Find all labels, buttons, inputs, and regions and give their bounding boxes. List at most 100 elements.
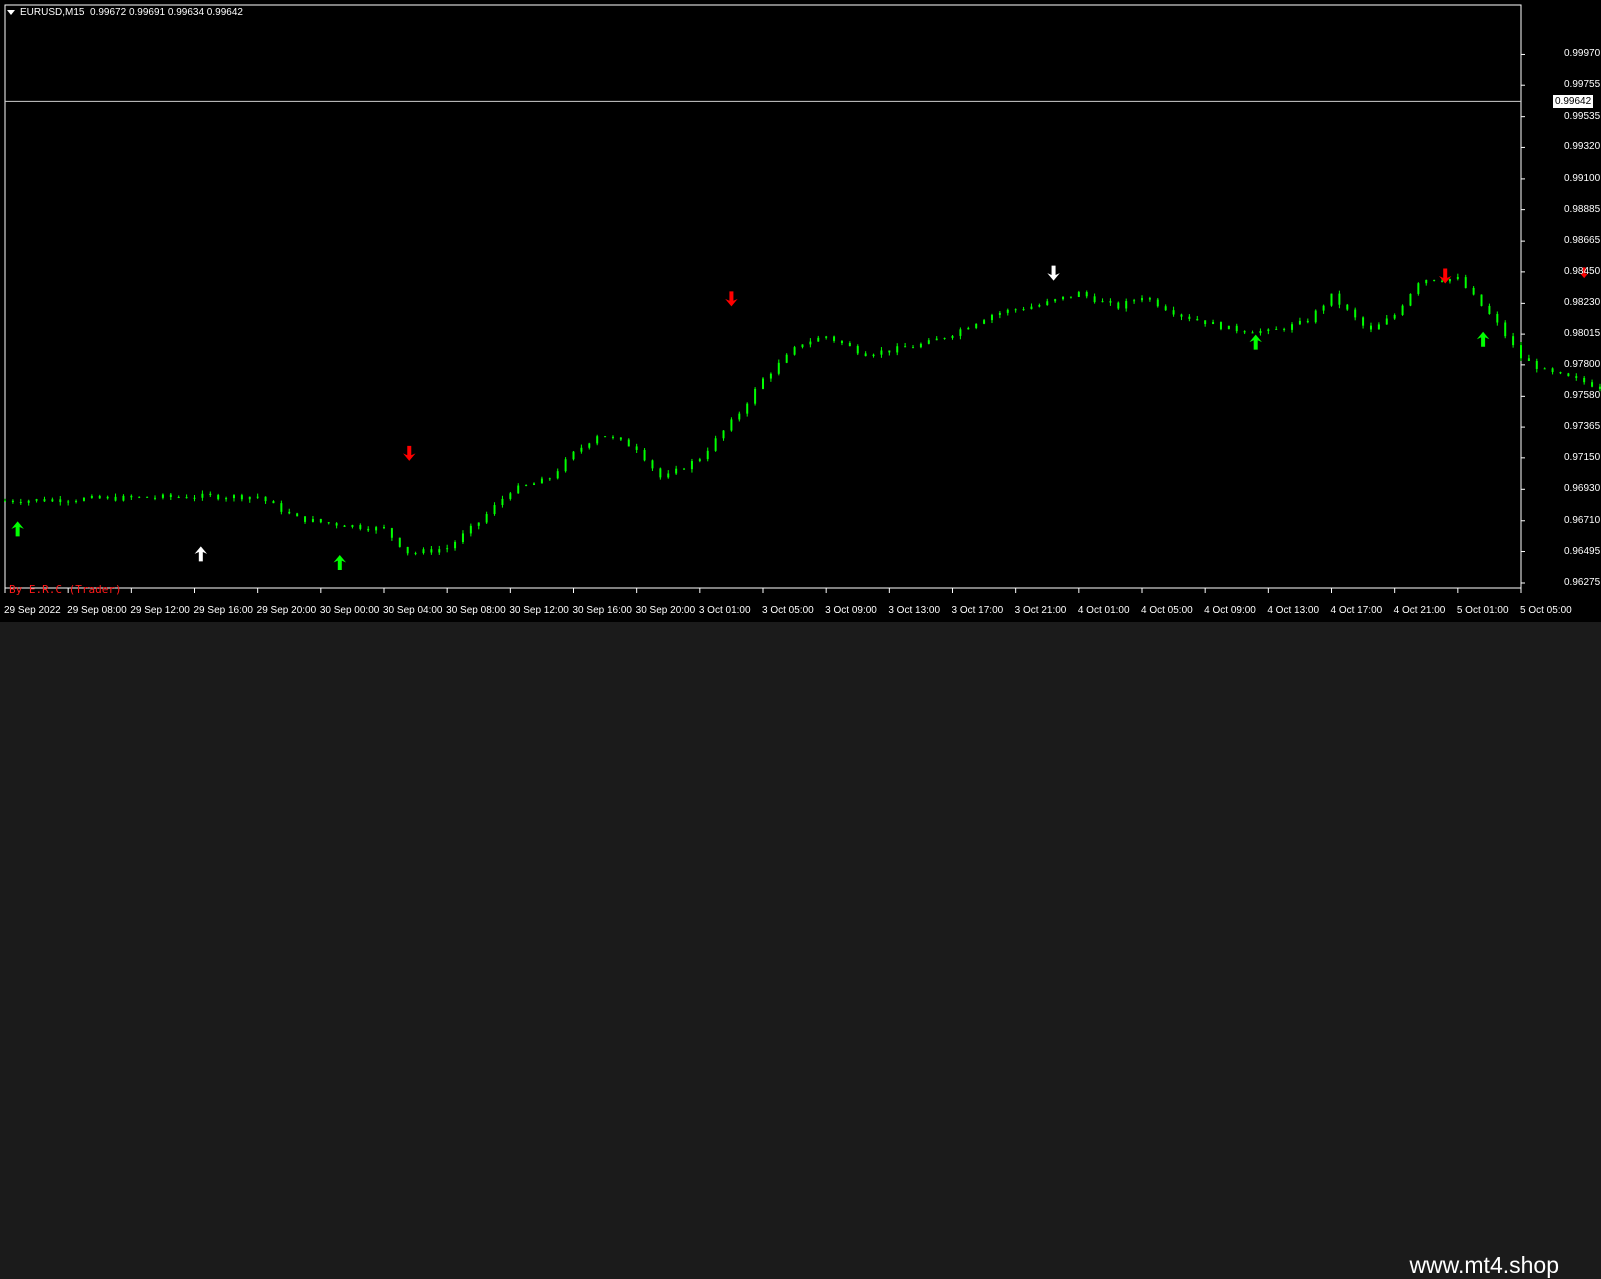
y-tick-label: 0.98450 <box>1564 265 1601 277</box>
chart-menu-triangle-icon[interactable] <box>7 9 15 15</box>
footer-bar: www.mt4.shop <box>0 622 1601 1278</box>
x-tick-label: 29 Sep 20:00 <box>256 605 317 616</box>
candle-body <box>730 419 733 431</box>
candle-body <box>722 430 725 439</box>
candle-body <box>1212 322 1215 325</box>
plot-frame <box>4 4 1522 589</box>
candle-body <box>651 460 654 469</box>
x-tick-label: 4 Oct 01:00 <box>1077 605 1130 616</box>
candle-body <box>762 378 764 389</box>
x-tick-label: 3 Oct 01:00 <box>698 605 751 616</box>
signal-arrows <box>11 265 1589 570</box>
candle-body <box>414 553 417 555</box>
candle-body <box>1022 309 1025 311</box>
candle-body <box>1512 336 1515 346</box>
watermark: www.mt4.shop <box>1409 1252 1559 1278</box>
candle-body <box>280 503 283 512</box>
candle-body <box>1567 373 1570 377</box>
candle-body <box>683 468 686 470</box>
candle-body <box>296 513 299 517</box>
candle-body <box>1014 309 1017 311</box>
candle-body <box>627 439 630 447</box>
candle-body <box>1417 283 1420 294</box>
candle-body <box>114 496 117 501</box>
candle-body <box>572 451 575 460</box>
candle-body <box>769 373 772 379</box>
candle-body <box>232 495 235 499</box>
candle-body <box>793 347 796 355</box>
candle-body <box>390 528 393 538</box>
candle-body <box>1101 301 1104 303</box>
candle-body <box>359 525 362 529</box>
candle-body <box>11 500 14 503</box>
candle-body <box>430 549 433 553</box>
sell-arrow-icon <box>1047 265 1060 281</box>
chart-area[interactable]: EURUSD,M15 0.99672 0.99691 0.99634 0.996… <box>0 0 1601 622</box>
candle-body <box>1062 296 1065 300</box>
candle-body <box>1448 278 1451 282</box>
candle-body <box>959 329 962 336</box>
candle-body <box>1488 305 1491 315</box>
x-tick-label: 3 Oct 13:00 <box>888 605 941 616</box>
x-tick-label: 29 Sep 16:00 <box>193 605 254 616</box>
candle-body <box>90 496 93 498</box>
y-tick-label: 0.99755 <box>1564 79 1601 91</box>
candle-body <box>840 340 843 344</box>
candle-body <box>580 447 583 452</box>
x-tick-label: 3 Oct 09:00 <box>825 605 877 616</box>
candle-body <box>177 497 180 499</box>
candle-body <box>27 500 30 503</box>
candle-body <box>138 496 141 498</box>
candle-body <box>1354 309 1357 318</box>
candle-body <box>422 549 425 554</box>
candle-body <box>1172 310 1175 315</box>
candle-body <box>1362 317 1365 326</box>
candle-body <box>833 336 836 341</box>
candle-body <box>912 347 915 349</box>
candle-body <box>619 437 622 440</box>
candle-body <box>1441 280 1444 282</box>
candle-body <box>943 337 946 339</box>
buy-arrow-icon <box>11 521 24 537</box>
candle-body <box>904 346 907 348</box>
candle-body <box>1077 292 1080 297</box>
candle-body <box>288 511 291 514</box>
candle-body <box>1393 314 1396 319</box>
price-chart[interactable] <box>0 0 1601 622</box>
candle-body <box>161 494 164 498</box>
x-tick-label: 30 Sep 04:00 <box>383 605 443 616</box>
x-tick-label: 30 Sep 00:00 <box>319 605 380 616</box>
sell-arrow-icon <box>725 291 738 307</box>
candle-body <box>864 353 867 357</box>
y-tick-label: 0.98015 <box>1564 328 1601 340</box>
candle-body <box>1117 302 1120 309</box>
candle-body <box>1535 360 1538 369</box>
sell-arrow-icon <box>403 445 416 461</box>
y-tick-label: 0.98885 <box>1564 203 1601 215</box>
candle-body <box>801 344 804 348</box>
candle-body <box>967 327 970 330</box>
candle-body <box>106 496 109 499</box>
candle-body <box>1251 332 1254 334</box>
y-tick-label: 0.97800 <box>1564 358 1601 370</box>
candle-body <box>990 314 993 321</box>
candle-body <box>690 461 693 470</box>
candle-body <box>1314 310 1317 323</box>
y-tick-label: 0.98665 <box>1564 235 1601 247</box>
candle-body <box>1243 331 1246 333</box>
x-tick-label: 30 Sep 16:00 <box>572 605 633 616</box>
y-tick-label: 0.97580 <box>1564 390 1601 402</box>
candle-body <box>311 518 314 522</box>
y-tick-label: 0.99100 <box>1564 172 1601 184</box>
candle-body <box>75 500 78 502</box>
candle-body <box>1591 382 1594 387</box>
candle-body <box>1504 322 1507 337</box>
candle-body <box>398 537 401 547</box>
candle-body <box>667 473 670 478</box>
x-tick-label: 5 Oct 05:00 <box>1520 605 1572 616</box>
candle-body <box>1464 277 1467 288</box>
y-tick-label: 0.97365 <box>1564 421 1601 433</box>
candle-body <box>1520 345 1522 359</box>
candle-body <box>1227 325 1230 330</box>
x-tick-label: 29 Sep 08:00 <box>67 605 127 616</box>
